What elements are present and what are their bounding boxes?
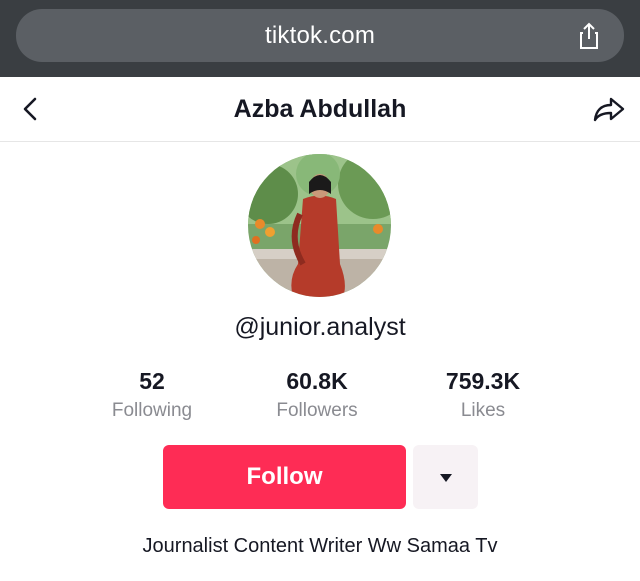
stat-following[interactable]: 52 Following xyxy=(67,366,237,424)
share-arrow-icon[interactable] xyxy=(592,93,626,125)
likes-label: Likes xyxy=(460,400,506,421)
username: @junior.analyst xyxy=(234,313,406,341)
followers-label: Followers xyxy=(276,400,358,421)
stat-followers[interactable]: 60.8K Followers xyxy=(232,366,402,424)
followers-count: 60.8K xyxy=(286,368,348,394)
following-label: Following xyxy=(111,400,193,421)
suggested-accounts-button[interactable] xyxy=(413,445,478,509)
follow-button[interactable]: Follow xyxy=(163,445,406,509)
share-up-icon[interactable] xyxy=(574,21,604,51)
avatar-image xyxy=(248,154,391,297)
url-text[interactable]: tiktok.com xyxy=(16,9,624,62)
address-bar[interactable]: tiktok.com xyxy=(16,9,624,62)
caret-down-icon xyxy=(440,474,452,482)
profile-header: Azba Abdullah xyxy=(0,77,640,142)
avatar[interactable] xyxy=(248,154,391,297)
page-title: Azba Abdullah xyxy=(233,95,407,123)
stat-likes: 759.3K Likes xyxy=(398,366,568,424)
likes-count: 759.3K xyxy=(445,368,521,394)
following-count: 52 xyxy=(139,368,165,394)
profile-bio: Journalist Content Writer Ww Samaa Tv xyxy=(142,535,498,557)
browser-toolbar: tiktok.com xyxy=(0,0,640,77)
